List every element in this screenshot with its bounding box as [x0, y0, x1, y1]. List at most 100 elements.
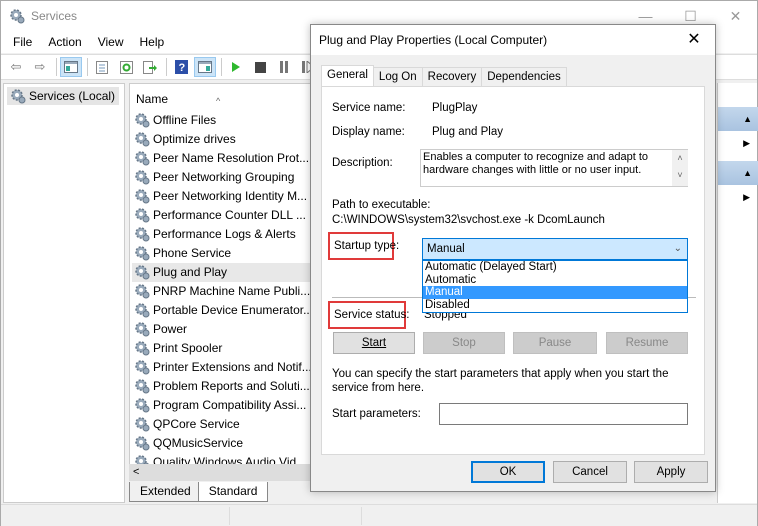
stop-button[interactable]: Stop [423, 332, 505, 354]
option-disabled[interactable]: Disabled [423, 299, 687, 312]
service-row[interactable]: Performance Counter DLL ... [132, 206, 328, 225]
start-button[interactable]: Start [333, 332, 415, 354]
actions-more-row[interactable]: ▶ [718, 185, 758, 209]
forward-icon[interactable]: ⇨ [29, 57, 51, 77]
collapse-up-icon: ▲ [743, 168, 752, 178]
service-name: Program Compatibility Assi... [153, 398, 307, 412]
tab-recovery[interactable]: Recovery [421, 67, 483, 87]
service-row[interactable]: Peer Networking Identity M... [132, 187, 328, 206]
export-list-icon[interactable] [139, 57, 161, 77]
service-row[interactable]: Phone Service [132, 244, 328, 263]
service-row[interactable]: Offline Files [132, 111, 328, 130]
service-row[interactable]: Portable Device Enumerator... [132, 301, 328, 320]
stop-service-icon[interactable] [249, 57, 271, 77]
service-row[interactable]: PNRP Machine Name Publi... [132, 282, 328, 301]
service-gear-icon [135, 284, 150, 299]
service-name: PNRP Machine Name Publi... [153, 284, 311, 298]
back-icon[interactable]: ⇦ [5, 57, 27, 77]
path-value: C:\WINDOWS\system32\svchost.exe -k DcomL… [332, 214, 605, 226]
apply-button[interactable]: Apply [634, 461, 708, 483]
path-label: Path to executable: [332, 199, 431, 211]
service-name: Plug and Play [153, 265, 228, 279]
service-row[interactable]: Peer Name Resolution Prot... [132, 149, 328, 168]
cancel-button[interactable]: Cancel [553, 461, 627, 483]
startup-type-dropdown: Automatic (Delayed Start) Automatic Manu… [422, 260, 688, 313]
start-params-label: Start parameters: [332, 408, 421, 420]
menu-view[interactable]: View [90, 35, 132, 49]
service-name: Phone Service [153, 246, 232, 260]
toolbar-separator [221, 58, 222, 76]
option-automatic[interactable]: Automatic [423, 274, 687, 287]
service-gear-icon [135, 360, 150, 375]
expand-right-icon: ▶ [743, 137, 750, 148]
tab-log-on[interactable]: Log On [372, 67, 423, 87]
description-scrollbar[interactable]: ˄ ˅ [672, 150, 688, 186]
ok-button[interactable]: OK [471, 461, 545, 483]
service-name: Peer Name Resolution Prot... [153, 151, 310, 165]
service-name: Performance Logs & Alerts [153, 227, 296, 241]
display-name-label: Display name: [332, 126, 405, 138]
service-gear-icon [135, 322, 150, 337]
services-gear-icon [11, 89, 26, 104]
startup-type-label: Startup type: [334, 240, 400, 252]
service-row[interactable]: Plug and Play [132, 263, 328, 282]
svg-text:?: ? [178, 62, 185, 74]
actions-more-row[interactable]: ▶ [718, 131, 758, 155]
show-hide-action-pane-icon[interactable] [194, 57, 216, 77]
tab-standard[interactable]: Standard [197, 482, 269, 502]
menu-help[interactable]: Help [132, 35, 173, 49]
chevron-down-icon: ⌄ [673, 243, 682, 254]
menu-action[interactable]: Action [40, 35, 89, 49]
properties-icon[interactable] [91, 57, 113, 77]
service-gear-icon [135, 132, 150, 147]
column-header-label: Name [136, 92, 169, 106]
start-params-input[interactable] [439, 403, 688, 425]
column-header-name[interactable]: ^ Name [130, 84, 328, 110]
horizontal-scrollbar[interactable]: < [129, 464, 312, 481]
start-params-hint: You can specify the start parameters tha… [332, 368, 669, 394]
show-hide-console-tree-icon[interactable] [60, 57, 82, 77]
scroll-left-icon[interactable]: < [133, 464, 139, 481]
service-row[interactable]: Power [132, 320, 328, 339]
actions-header-selected[interactable]: ▲ [718, 161, 758, 185]
option-automatic-delayed[interactable]: Automatic (Delayed Start) [423, 261, 687, 274]
service-name: Print Spooler [153, 341, 223, 355]
tab-dependencies[interactable]: Dependencies [481, 67, 567, 87]
pause-button[interactable]: Pause [513, 332, 597, 354]
service-gear-icon [135, 436, 150, 451]
toolbar-separator [56, 58, 57, 76]
service-row[interactable]: QQMusicService [132, 434, 328, 453]
service-gear-icon [135, 227, 150, 242]
service-row[interactable]: Optimize drives [132, 130, 328, 149]
resume-button[interactable]: Resume [606, 332, 688, 354]
service-name: QPCore Service [153, 417, 240, 431]
startup-type-select[interactable]: Manual ⌄ [422, 238, 688, 260]
close-window-button[interactable]: ✕ [713, 1, 758, 31]
service-name: Offline Files [153, 113, 217, 127]
help-icon[interactable]: ? [170, 57, 192, 77]
option-manual[interactable]: Manual [423, 286, 687, 299]
service-row[interactable]: Print Spooler [132, 339, 328, 358]
dialog-close-button[interactable]: ✕ [679, 25, 709, 55]
tab-extended[interactable]: Extended [129, 482, 202, 502]
actions-pane: ▲ ▶ ▲ ▶ [717, 83, 758, 503]
service-row[interactable]: Problem Reports and Soluti... [132, 377, 328, 396]
service-row[interactable]: Printer Extensions and Notif... [132, 358, 328, 377]
refresh-icon[interactable] [115, 57, 137, 77]
start-service-icon[interactable] [225, 57, 247, 77]
view-tabs: Extended Standard [129, 482, 269, 502]
service-row[interactable]: Performance Logs & Alerts [132, 225, 328, 244]
service-name: Problem Reports and Soluti... [153, 379, 310, 393]
service-row[interactable]: Program Compatibility Assi... [132, 396, 328, 415]
service-name-label: Service name: [332, 102, 406, 114]
menu-file[interactable]: File [5, 35, 40, 49]
pause-service-icon[interactable] [273, 57, 295, 77]
tab-general[interactable]: General [321, 65, 374, 87]
service-name: Peer Networking Identity M... [153, 189, 308, 203]
service-row[interactable]: Peer Networking Grouping [132, 168, 328, 187]
toolbar-separator [166, 58, 167, 76]
actions-header-services[interactable]: ▲ [718, 107, 758, 131]
service-row[interactable]: QPCore Service [132, 415, 328, 434]
service-name-value: PlugPlay [432, 102, 478, 114]
tree-item-services-local[interactable]: Services (Local) [7, 87, 120, 105]
